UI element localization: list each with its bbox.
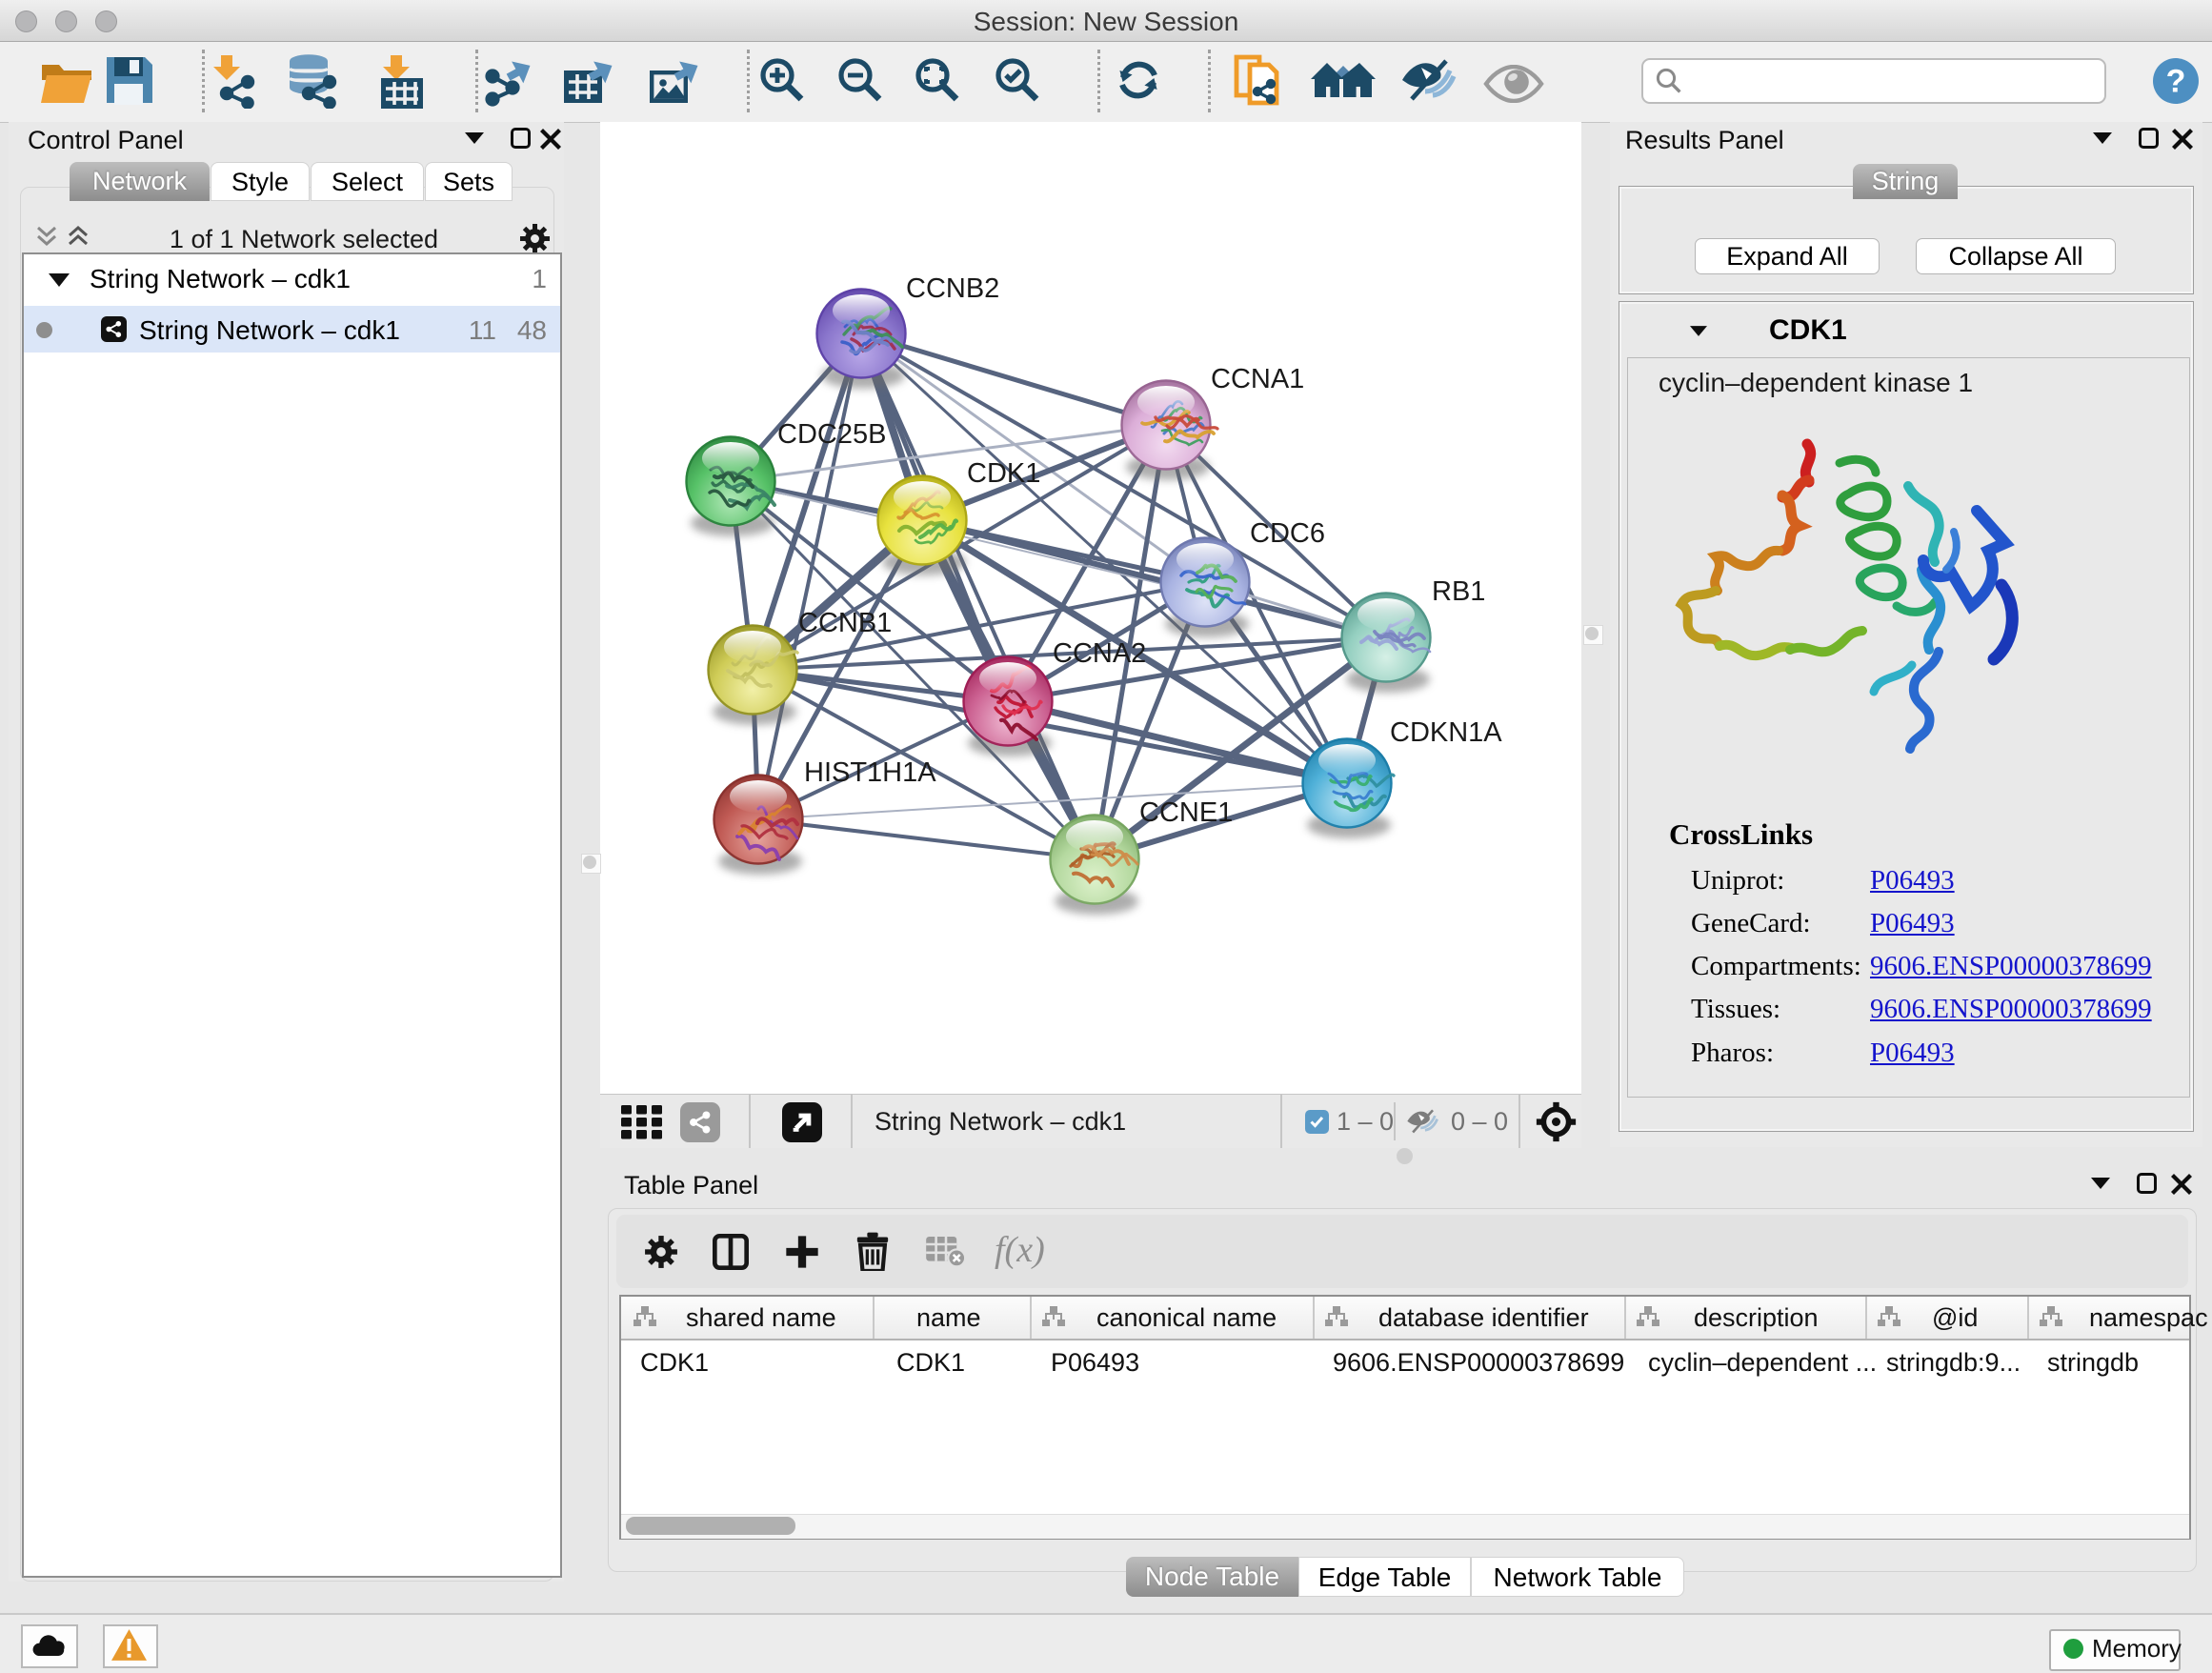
svg-text:HIST1H1A: HIST1H1A: [804, 757, 936, 788]
svg-text:CCNB1: CCNB1: [798, 608, 892, 638]
svg-text:CDKN1A: CDKN1A: [1390, 717, 1502, 748]
svg-text:RB1: RB1: [1432, 576, 1485, 607]
svg-text:CCNA1: CCNA1: [1211, 364, 1304, 394]
svg-text:CDC25B: CDC25B: [777, 419, 886, 450]
svg-text:CCNA2: CCNA2: [1053, 638, 1146, 669]
svg-text:CDK1: CDK1: [967, 458, 1040, 489]
svg-text:CDC6: CDC6: [1250, 518, 1325, 549]
svg-text:CCNB2: CCNB2: [906, 273, 999, 304]
svg-text:CCNE1: CCNE1: [1139, 797, 1233, 828]
svg-text:?: ?: [2166, 63, 2186, 99]
